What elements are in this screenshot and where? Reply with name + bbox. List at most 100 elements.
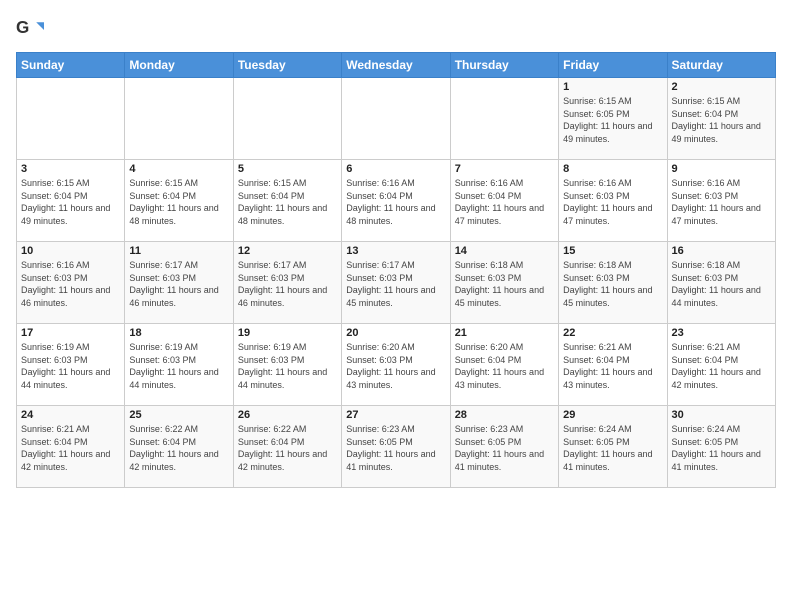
day-number: 22: [563, 327, 662, 339]
day-info: Sunrise: 6:17 AM Sunset: 6:03 PM Dayligh…: [129, 259, 228, 309]
day-info: Sunrise: 6:18 AM Sunset: 6:03 PM Dayligh…: [455, 259, 554, 309]
day-number: 2: [672, 81, 771, 93]
day-info: Sunrise: 6:24 AM Sunset: 6:05 PM Dayligh…: [563, 423, 662, 473]
day-number: 27: [346, 409, 445, 421]
day-info: Sunrise: 6:22 AM Sunset: 6:04 PM Dayligh…: [129, 423, 228, 473]
calendar-cell: 28 Sunrise: 6:23 AM Sunset: 6:05 PM Dayli…: [450, 406, 558, 488]
day-number: 13: [346, 245, 445, 257]
day-info: Sunrise: 6:16 AM Sunset: 6:03 PM Dayligh…: [21, 259, 120, 309]
calendar-cell: 9 Sunrise: 6:16 AM Sunset: 6:03 PM Daylig…: [667, 160, 775, 242]
calendar-cell: 18 Sunrise: 6:19 AM Sunset: 6:03 PM Dayli…: [125, 324, 233, 406]
day-info: Sunrise: 6:15 AM Sunset: 6:04 PM Dayligh…: [672, 95, 771, 145]
day-number: 14: [455, 245, 554, 257]
calendar-cell: 12 Sunrise: 6:17 AM Sunset: 6:03 PM Dayli…: [233, 242, 341, 324]
day-info: Sunrise: 6:15 AM Sunset: 6:04 PM Dayligh…: [238, 177, 337, 227]
header-sunday: Sunday: [17, 53, 125, 78]
calendar-week-3: 10 Sunrise: 6:16 AM Sunset: 6:03 PM Dayli…: [17, 242, 776, 324]
calendar-week-1: 1Sunrise: 6:15 AM Sunset: 6:05 PM Daylig…: [17, 78, 776, 160]
calendar-week-2: 3 Sunrise: 6:15 AM Sunset: 6:04 PM Daylig…: [17, 160, 776, 242]
calendar-cell: 6 Sunrise: 6:16 AM Sunset: 6:04 PM Daylig…: [342, 160, 450, 242]
calendar-cell: 21 Sunrise: 6:20 AM Sunset: 6:04 PM Dayli…: [450, 324, 558, 406]
day-number: 1: [563, 81, 662, 93]
day-number: 23: [672, 327, 771, 339]
calendar-cell: 5 Sunrise: 6:15 AM Sunset: 6:04 PM Daylig…: [233, 160, 341, 242]
day-number: 17: [21, 327, 120, 339]
day-info: Sunrise: 6:19 AM Sunset: 6:03 PM Dayligh…: [238, 341, 337, 391]
calendar-cell: 1Sunrise: 6:15 AM Sunset: 6:05 PM Daylig…: [559, 78, 667, 160]
day-info: Sunrise: 6:20 AM Sunset: 6:04 PM Dayligh…: [455, 341, 554, 391]
header-thursday: Thursday: [450, 53, 558, 78]
calendar-week-4: 17 Sunrise: 6:19 AM Sunset: 6:03 PM Dayli…: [17, 324, 776, 406]
day-number: 29: [563, 409, 662, 421]
calendar-cell: 10 Sunrise: 6:16 AM Sunset: 6:03 PM Dayli…: [17, 242, 125, 324]
calendar-cell: 2 Sunrise: 6:15 AM Sunset: 6:04 PM Daylig…: [667, 78, 775, 160]
header-wednesday: Wednesday: [342, 53, 450, 78]
calendar-cell: 22 Sunrise: 6:21 AM Sunset: 6:04 PM Dayli…: [559, 324, 667, 406]
header-monday: Monday: [125, 53, 233, 78]
day-info: Sunrise: 6:17 AM Sunset: 6:03 PM Dayligh…: [346, 259, 445, 309]
day-info: Sunrise: 6:23 AM Sunset: 6:05 PM Dayligh…: [346, 423, 445, 473]
day-number: 30: [672, 409, 771, 421]
calendar-cell: 14 Sunrise: 6:18 AM Sunset: 6:03 PM Dayli…: [450, 242, 558, 324]
header-tuesday: Tuesday: [233, 53, 341, 78]
calendar-cell: [450, 78, 558, 160]
day-info: Sunrise: 6:23 AM Sunset: 6:05 PM Dayligh…: [455, 423, 554, 473]
day-number: 26: [238, 409, 337, 421]
day-number: 6: [346, 163, 445, 175]
calendar-cell: 23 Sunrise: 6:21 AM Sunset: 6:04 PM Dayli…: [667, 324, 775, 406]
calendar-cell: 25 Sunrise: 6:22 AM Sunset: 6:04 PM Dayli…: [125, 406, 233, 488]
calendar-cell: [233, 78, 341, 160]
day-info: Sunrise: 6:17 AM Sunset: 6:03 PM Dayligh…: [238, 259, 337, 309]
calendar-cell: 24 Sunrise: 6:21 AM Sunset: 6:04 PM Dayli…: [17, 406, 125, 488]
day-info: Sunrise: 6:15 AM Sunset: 6:04 PM Dayligh…: [129, 177, 228, 227]
day-number: 20: [346, 327, 445, 339]
day-info: Sunrise: 6:20 AM Sunset: 6:03 PM Dayligh…: [346, 341, 445, 391]
day-number: 25: [129, 409, 228, 421]
day-info: Sunrise: 6:22 AM Sunset: 6:04 PM Dayligh…: [238, 423, 337, 473]
day-info: Sunrise: 6:19 AM Sunset: 6:03 PM Dayligh…: [129, 341, 228, 391]
day-number: 18: [129, 327, 228, 339]
day-info: Sunrise: 6:18 AM Sunset: 6:03 PM Dayligh…: [672, 259, 771, 309]
calendar-cell: 30Sunrise: 6:24 AM Sunset: 6:05 PM Dayli…: [667, 406, 775, 488]
day-number: 21: [455, 327, 554, 339]
day-info: Sunrise: 6:16 AM Sunset: 6:04 PM Dayligh…: [346, 177, 445, 227]
calendar-cell: 15 Sunrise: 6:18 AM Sunset: 6:03 PM Dayli…: [559, 242, 667, 324]
day-info: Sunrise: 6:21 AM Sunset: 6:04 PM Dayligh…: [563, 341, 662, 391]
day-info: Sunrise: 6:18 AM Sunset: 6:03 PM Dayligh…: [563, 259, 662, 309]
svg-text:G: G: [16, 18, 29, 37]
day-number: 24: [21, 409, 120, 421]
calendar-cell: 19Sunrise: 6:19 AM Sunset: 6:03 PM Dayli…: [233, 324, 341, 406]
header-friday: Friday: [559, 53, 667, 78]
day-number: 10: [21, 245, 120, 257]
day-number: 28: [455, 409, 554, 421]
day-number: 7: [455, 163, 554, 175]
calendar-cell: 20 Sunrise: 6:20 AM Sunset: 6:03 PM Dayli…: [342, 324, 450, 406]
day-info: Sunrise: 6:19 AM Sunset: 6:03 PM Dayligh…: [21, 341, 120, 391]
calendar-cell: 26 Sunrise: 6:22 AM Sunset: 6:04 PM Dayli…: [233, 406, 341, 488]
day-info: Sunrise: 6:16 AM Sunset: 6:04 PM Dayligh…: [455, 177, 554, 227]
day-number: 4: [129, 163, 228, 175]
day-number: 16: [672, 245, 771, 257]
day-info: Sunrise: 6:15 AM Sunset: 6:04 PM Dayligh…: [21, 177, 120, 227]
calendar-week-5: 24 Sunrise: 6:21 AM Sunset: 6:04 PM Dayli…: [17, 406, 776, 488]
calendar-cell: 3 Sunrise: 6:15 AM Sunset: 6:04 PM Daylig…: [17, 160, 125, 242]
header-saturday: Saturday: [667, 53, 775, 78]
day-number: 9: [672, 163, 771, 175]
day-info: Sunrise: 6:16 AM Sunset: 6:03 PM Dayligh…: [672, 177, 771, 227]
day-number: 3: [21, 163, 120, 175]
calendar-cell: 29 Sunrise: 6:24 AM Sunset: 6:05 PM Dayli…: [559, 406, 667, 488]
day-number: 12: [238, 245, 337, 257]
calendar-cell: 17 Sunrise: 6:19 AM Sunset: 6:03 PM Dayli…: [17, 324, 125, 406]
calendar: SundayMondayTuesdayWednesdayThursdayFrid…: [16, 52, 776, 488]
calendar-header-row: SundayMondayTuesdayWednesdayThursdayFrid…: [17, 53, 776, 78]
day-info: Sunrise: 6:21 AM Sunset: 6:04 PM Dayligh…: [21, 423, 120, 473]
day-number: 15: [563, 245, 662, 257]
day-number: 8: [563, 163, 662, 175]
calendar-cell: 11Sunrise: 6:17 AM Sunset: 6:03 PM Dayli…: [125, 242, 233, 324]
calendar-cell: 16 Sunrise: 6:18 AM Sunset: 6:03 PM Dayli…: [667, 242, 775, 324]
logo-icon: G: [16, 16, 44, 44]
day-info: Sunrise: 6:16 AM Sunset: 6:03 PM Dayligh…: [563, 177, 662, 227]
day-info: Sunrise: 6:21 AM Sunset: 6:04 PM Dayligh…: [672, 341, 771, 391]
logo: G: [16, 16, 48, 44]
day-number: 5: [238, 163, 337, 175]
